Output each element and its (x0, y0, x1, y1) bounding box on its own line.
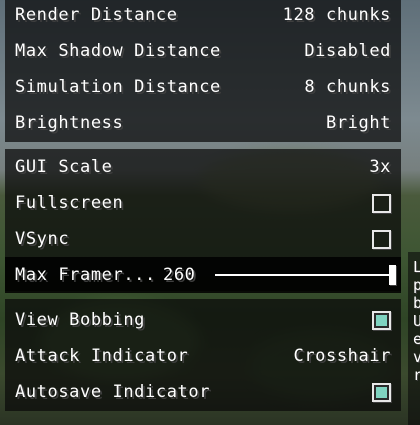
max-framerate-slider[interactable]: Max Framer... 260 (5, 257, 401, 293)
tooltip-line: U (413, 312, 420, 330)
option-label: VSync (15, 229, 70, 249)
option-value: 128 chunks (282, 5, 391, 25)
view-bobbing-option[interactable]: View Bobbing (5, 302, 401, 338)
attack-indicator-option[interactable]: Attack Indicator Crosshair (5, 338, 401, 374)
option-label: GUI Scale (15, 157, 113, 177)
autosave-indicator-checkbox[interactable] (372, 382, 391, 402)
slider-handle[interactable] (389, 265, 396, 285)
render-distance-option[interactable]: Render Distance 128 chunks (5, 0, 401, 33)
slider-value: 260 (163, 265, 196, 285)
slider-label: Max Framer... (15, 265, 156, 285)
option-label: Simulation Distance (15, 77, 221, 97)
max-shadow-distance-option[interactable]: Max Shadow Distance Disabled (5, 33, 401, 69)
tooltip-line: e (413, 330, 420, 348)
simulation-distance-option[interactable]: Simulation Distance 8 chunks (5, 69, 401, 105)
option-value: Crosshair (293, 346, 391, 366)
tooltip-line: v (413, 348, 420, 366)
vsync-option[interactable]: VSync (5, 221, 401, 257)
fullscreen-option[interactable]: Fullscreen (5, 185, 401, 221)
option-label: Render Distance (15, 5, 178, 25)
tooltip-line: L (413, 258, 420, 276)
autosave-indicator-option[interactable]: Autosave Indicator (5, 374, 401, 410)
tooltip-line: r (413, 366, 420, 384)
vsync-checkbox[interactable] (372, 229, 391, 249)
option-value: 3x (369, 157, 391, 177)
option-label: Brightness (15, 113, 124, 133)
option-value: Disabled (304, 41, 391, 61)
settings-group-video: Render Distance 128 chunks Max Shadow Di… (5, 0, 401, 142)
option-label: Fullscreen (15, 193, 124, 213)
option-label: Autosave Indicator (15, 382, 211, 402)
settings-group-display: GUI Scale 3x Fullscreen VSync Max Framer… (5, 149, 401, 293)
brightness-option[interactable]: Brightness Bright (5, 105, 401, 141)
option-value: 8 chunks (304, 77, 391, 97)
fullscreen-checkbox[interactable] (372, 193, 391, 213)
slider-track[interactable] (215, 274, 395, 276)
tooltip-text: L p b U e v r (413, 258, 420, 384)
option-label: Max Shadow Distance (15, 41, 221, 61)
option-label: View Bobbing (15, 310, 146, 330)
settings-group-gameplay: View Bobbing Attack Indicator Crosshair … (5, 299, 401, 411)
tooltip-line: b (413, 294, 420, 312)
view-bobbing-checkbox[interactable] (372, 310, 391, 330)
option-value: Bright (325, 113, 391, 133)
option-label: Attack Indicator (15, 346, 189, 366)
gui-scale-option[interactable]: GUI Scale 3x (5, 149, 401, 185)
tooltip-line: p (413, 276, 420, 294)
